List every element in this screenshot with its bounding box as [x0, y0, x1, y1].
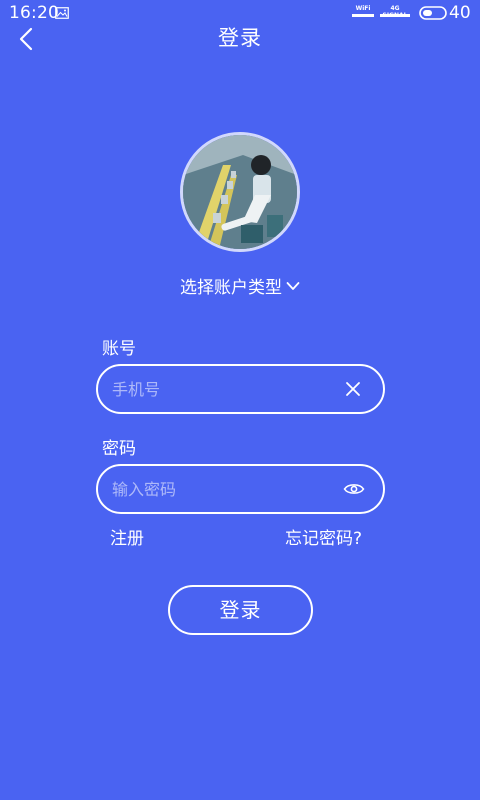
avatar[interactable]	[180, 132, 300, 252]
eye-icon[interactable]	[343, 481, 365, 497]
login-button[interactable]: 登录	[168, 585, 313, 635]
battery-level: 40	[449, 3, 471, 23]
login-screen: 16:20 WiFi 4G SIGNAL 40 登录	[0, 0, 480, 800]
page-title: 登录	[218, 26, 262, 50]
register-link[interactable]: 注册	[110, 524, 144, 549]
status-time: 16:20	[9, 3, 59, 23]
signal-icon: 4G SIGNAL	[380, 5, 410, 19]
password-field	[96, 464, 385, 514]
clear-icon[interactable]	[345, 381, 361, 397]
forgot-password-link[interactable]: 忘记密码?	[285, 524, 362, 549]
avatar-photo	[183, 135, 297, 249]
account-label: 账号	[102, 339, 136, 359]
battery-icon	[419, 6, 447, 20]
wifi-label: WiFi	[355, 5, 371, 12]
password-input[interactable]	[112, 466, 332, 512]
account-type-label: 选择账户类型	[180, 278, 282, 298]
password-label: 密码	[102, 439, 136, 459]
phone-field	[96, 364, 385, 414]
chevron-down-icon	[286, 282, 300, 290]
account-type-selector[interactable]: 选择账户类型	[0, 273, 480, 298]
wifi-icon: WiFi	[352, 5, 374, 19]
phone-input[interactable]	[112, 366, 332, 412]
gallery-icon	[55, 7, 69, 19]
